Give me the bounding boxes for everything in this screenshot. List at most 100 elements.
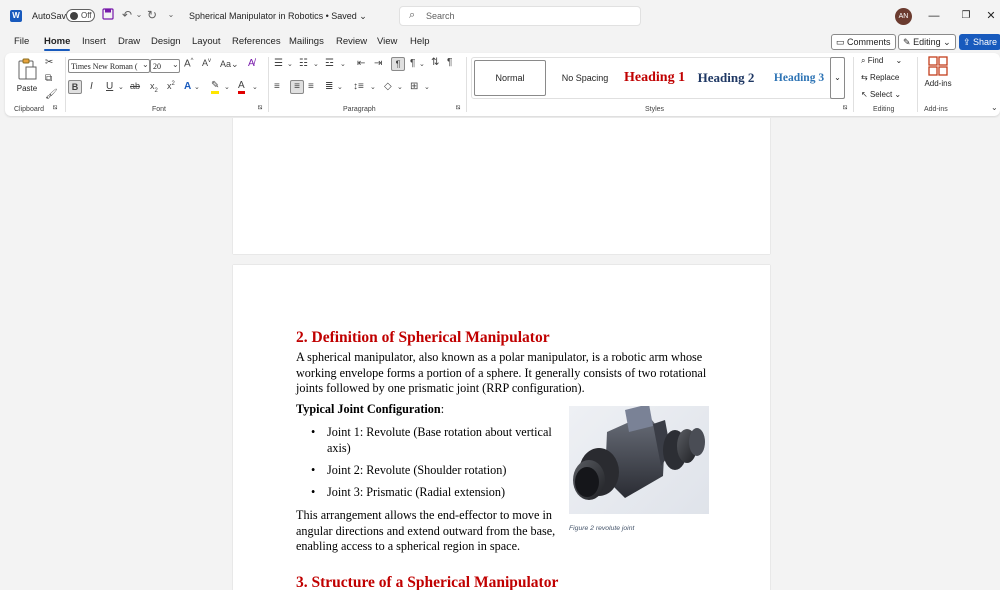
- tab-file[interactable]: File: [14, 36, 29, 47]
- search-box[interactable]: ⌕ Search: [399, 6, 641, 26]
- bold-icon[interactable]: B: [68, 80, 82, 94]
- style-no-spacing[interactable]: No Spacing: [550, 60, 620, 96]
- chevron-down-icon[interactable]: ⌄: [224, 83, 230, 91]
- style-normal[interactable]: Normal: [474, 60, 546, 96]
- chevron-down-icon[interactable]: ⌄: [313, 60, 319, 68]
- copy-icon[interactable]: ⧉: [45, 73, 52, 84]
- highlight-icon[interactable]: ✎: [211, 80, 220, 94]
- editing-mode-button[interactable]: ✎ Editing ⌄: [898, 34, 956, 50]
- change-case-icon[interactable]: Aa⌄: [220, 59, 239, 70]
- clear-formatting-icon[interactable]: A̸: [248, 58, 255, 69]
- tab-layout[interactable]: Layout: [192, 36, 221, 47]
- section-3-heading[interactable]: 3. Structure of a Spherical Manipulator: [296, 574, 558, 590]
- decrease-indent-icon[interactable]: ⇤: [357, 58, 365, 69]
- tab-draw[interactable]: Draw: [118, 36, 140, 47]
- find-button[interactable]: ⌕ Find ⌄: [861, 56, 902, 66]
- rtl-text-icon[interactable]: ¶: [410, 58, 415, 69]
- styles-more-button[interactable]: ⌄: [830, 57, 845, 99]
- restore-icon[interactable]: ❐: [958, 8, 974, 24]
- undo-dropdown-icon[interactable]: ⌄: [132, 8, 146, 22]
- tab-design[interactable]: Design: [151, 36, 181, 47]
- dialog-launcher-icon[interactable]: ⧅: [456, 104, 460, 112]
- borders-icon[interactable]: ⊞: [410, 81, 418, 92]
- chevron-down-icon[interactable]: ⌄: [142, 60, 149, 69]
- style-heading-3[interactable]: Heading 3: [762, 60, 836, 96]
- tab-view[interactable]: View: [377, 36, 397, 47]
- document-title[interactable]: Spherical Manipulator in Robotics • Save…: [189, 11, 367, 22]
- align-center-icon[interactable]: ≡: [290, 80, 304, 94]
- dialog-launcher-icon[interactable]: ⧅: [843, 104, 847, 112]
- tab-insert[interactable]: Insert: [82, 36, 106, 47]
- italic-icon[interactable]: I: [90, 81, 93, 92]
- ltr-text-icon[interactable]: ¶: [391, 57, 405, 71]
- chevron-down-icon[interactable]: ⌄: [337, 83, 343, 91]
- grow-font-icon[interactable]: A^: [184, 58, 194, 69]
- shrink-font-icon[interactable]: Av: [202, 58, 211, 68]
- bullets-icon[interactable]: ☰: [274, 58, 283, 69]
- tab-home[interactable]: Home: [44, 36, 71, 51]
- align-right-icon[interactable]: ≡: [308, 81, 314, 92]
- section-2-paragraph[interactable]: A spherical manipulator, also known as a…: [296, 350, 716, 397]
- tab-review[interactable]: Review: [336, 36, 367, 47]
- chevron-down-icon[interactable]: ⌄: [287, 60, 293, 68]
- close-icon[interactable]: ✕: [983, 8, 999, 24]
- chevron-down-icon[interactable]: ⌄: [424, 83, 430, 91]
- dialog-launcher-icon[interactable]: ⧅: [258, 104, 262, 112]
- autosave-toggle[interactable]: Off: [66, 9, 95, 22]
- arrangement-paragraph[interactable]: This arrangement allows the end-effector…: [296, 508, 566, 555]
- section-2-heading[interactable]: 2. Definition of Spherical Manipulator: [296, 329, 550, 347]
- redo-icon[interactable]: ↻: [145, 8, 159, 22]
- comment-icon: ▭: [836, 37, 845, 47]
- page-current[interactable]: 2. Definition of Spherical Manipulator A…: [233, 265, 770, 590]
- chevron-down-icon[interactable]: ⌄: [397, 83, 403, 91]
- paste-button[interactable]: Paste: [13, 57, 41, 99]
- align-left-icon[interactable]: ≡: [274, 81, 280, 92]
- dialog-launcher-icon[interactable]: ⧅: [53, 104, 57, 112]
- text-effects-icon[interactable]: A: [184, 81, 191, 92]
- cut-icon[interactable]: ✂: [45, 57, 53, 68]
- chevron-down-icon[interactable]: ⌄: [118, 83, 124, 91]
- line-spacing-icon[interactable]: ↕≡: [353, 81, 364, 92]
- font-color-icon[interactable]: A: [238, 80, 245, 94]
- superscript-icon[interactable]: x2: [167, 81, 175, 91]
- bullet-joint-2[interactable]: Joint 2: Revolute (Shoulder rotation): [327, 463, 506, 478]
- collapse-ribbon-icon[interactable]: ⌄: [991, 103, 998, 112]
- subscript-icon[interactable]: x2: [150, 81, 158, 94]
- bullet-joint-1[interactable]: Joint 1: Revolute (Base rotation about v…: [327, 425, 552, 456]
- chevron-down-icon[interactable]: ⌄: [419, 60, 425, 68]
- underline-icon[interactable]: U: [106, 81, 113, 92]
- typical-config-label[interactable]: Typical Joint Configuration:: [296, 402, 444, 418]
- replace-button[interactable]: ⇆ Replace: [861, 73, 899, 82]
- strikethrough-icon[interactable]: ab: [130, 81, 140, 91]
- shading-icon[interactable]: ◇: [384, 81, 392, 92]
- bullet-joint-3[interactable]: Joint 3: Prismatic (Radial extension): [327, 485, 505, 500]
- revolute-joint-image[interactable]: [569, 406, 709, 514]
- minimize-icon[interactable]: —: [926, 8, 942, 24]
- sort-icon[interactable]: ⇅: [431, 57, 439, 68]
- chevron-down-icon[interactable]: ⌄: [194, 83, 200, 91]
- numbering-icon[interactable]: ☷: [299, 58, 308, 69]
- select-button[interactable]: ↖ Select ⌄: [861, 90, 901, 99]
- show-marks-icon[interactable]: ¶: [447, 57, 452, 68]
- format-painter-icon[interactable]: 🖌: [45, 89, 58, 100]
- save-icon[interactable]: [101, 8, 115, 22]
- style-heading-1[interactable]: Heading 1: [620, 60, 686, 96]
- tab-references[interactable]: References: [232, 36, 281, 47]
- style-heading-2[interactable]: Heading 2: [690, 60, 762, 96]
- tab-mailings[interactable]: Mailings: [289, 36, 324, 47]
- increase-indent-icon[interactable]: ⇥: [374, 58, 382, 69]
- chevron-down-icon[interactable]: ⌄: [172, 60, 179, 69]
- comments-button[interactable]: ▭ Comments: [831, 34, 896, 50]
- chevron-down-icon[interactable]: ⌄: [340, 60, 346, 68]
- customize-toolbar-icon[interactable]: ⌄: [164, 8, 178, 22]
- share-button[interactable]: ⇪ Share: [959, 34, 1000, 50]
- justify-icon[interactable]: ≣: [325, 81, 333, 92]
- addins-button[interactable]: Add-ins: [921, 56, 955, 88]
- avatar[interactable]: AN: [895, 8, 912, 25]
- multilevel-list-icon[interactable]: ☲: [325, 58, 334, 69]
- page-previous[interactable]: [233, 118, 770, 254]
- font-name-select[interactable]: Times New Roman (: [68, 59, 150, 73]
- tab-help[interactable]: Help: [410, 36, 430, 47]
- chevron-down-icon[interactable]: ⌄: [252, 83, 258, 91]
- chevron-down-icon[interactable]: ⌄: [370, 83, 376, 91]
